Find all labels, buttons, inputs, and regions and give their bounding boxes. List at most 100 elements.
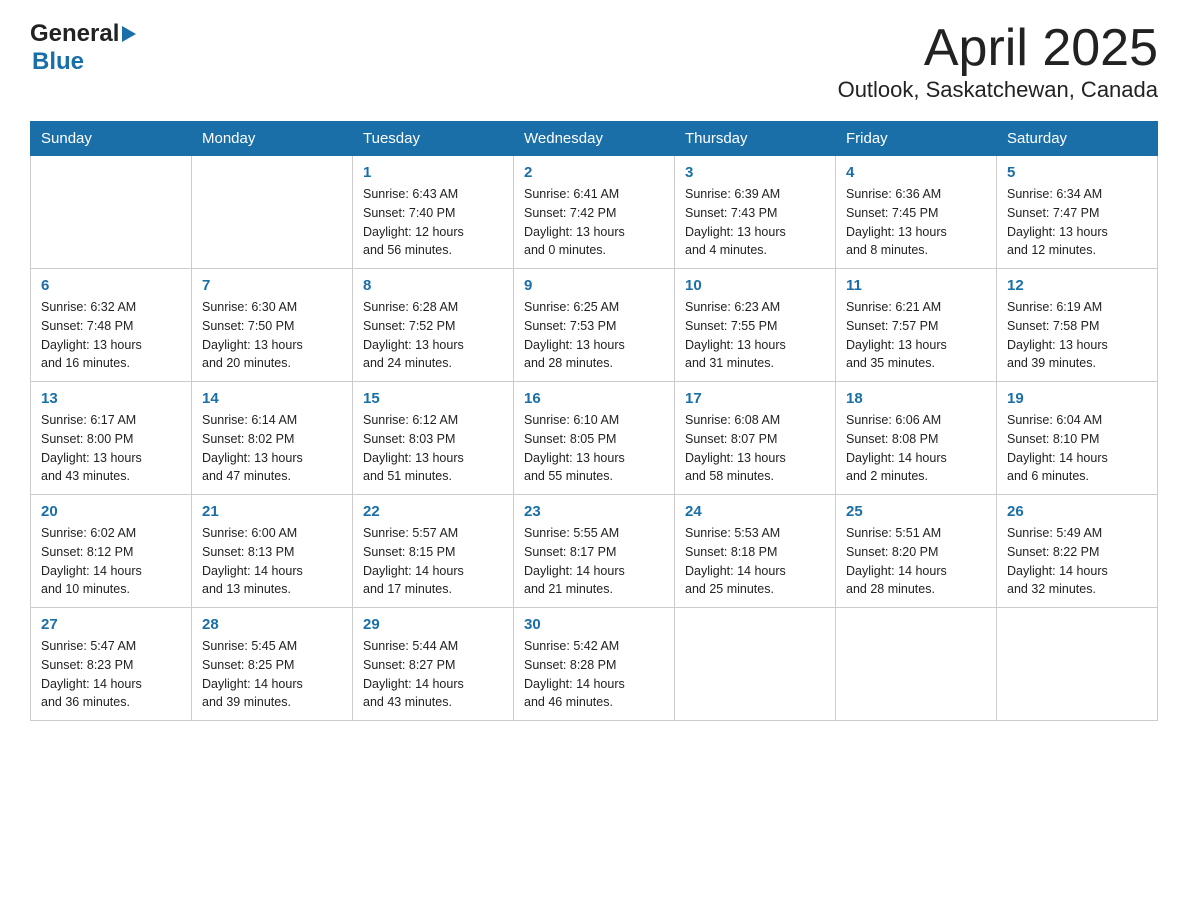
day-info: Sunrise: 6:02 AM Sunset: 8:12 PM Dayligh… <box>41 524 181 599</box>
day-number: 1 <box>363 164 503 181</box>
day-info: Sunrise: 6:12 AM Sunset: 8:03 PM Dayligh… <box>363 411 503 486</box>
day-info: Sunrise: 6:32 AM Sunset: 7:48 PM Dayligh… <box>41 298 181 373</box>
day-number: 20 <box>41 503 181 520</box>
day-number: 29 <box>363 616 503 633</box>
day-info: Sunrise: 6:17 AM Sunset: 8:00 PM Dayligh… <box>41 411 181 486</box>
table-row: 28Sunrise: 5:45 AM Sunset: 8:25 PM Dayli… <box>192 608 353 721</box>
calendar-week-row: 6 Sunrise: 6:32 AM Sunset: 7:48 PM Daylig… <box>31 269 1158 382</box>
page-subtitle: Outlook, Saskatchewan, Canada <box>838 77 1158 103</box>
day-info: Sunrise: 6:10 AM Sunset: 8:05 PM Dayligh… <box>524 411 664 486</box>
day-info: Sunrise: 5:51 AM Sunset: 8:20 PM Dayligh… <box>846 524 986 599</box>
day-info: Sunrise: 6:39 AM Sunset: 7:43 PM Dayligh… <box>685 185 825 260</box>
col-monday: Monday <box>192 122 353 156</box>
calendar-week-row: 1 Sunrise: 6:43 AM Sunset: 7:40 PM Daylig… <box>31 156 1158 269</box>
day-info: Sunrise: 6:41 AM Sunset: 7:42 PM Dayligh… <box>524 185 664 260</box>
logo: General Blue <box>30 20 136 76</box>
day-info: Sunrise: 6:23 AM Sunset: 7:55 PM Dayligh… <box>685 298 825 373</box>
col-thursday: Thursday <box>675 122 836 156</box>
day-number: 8 <box>363 277 503 294</box>
day-info: Sunrise: 5:53 AM Sunset: 8:18 PM Dayligh… <box>685 524 825 599</box>
day-number: 5 <box>1007 164 1147 181</box>
day-info: Sunrise: 6:08 AM Sunset: 8:07 PM Dayligh… <box>685 411 825 486</box>
table-row: 21Sunrise: 6:00 AM Sunset: 8:13 PM Dayli… <box>192 495 353 608</box>
table-row: 7 Sunrise: 6:30 AM Sunset: 7:50 PM Daylig… <box>192 269 353 382</box>
day-number: 2 <box>524 164 664 181</box>
day-info: Sunrise: 5:47 AM Sunset: 8:23 PM Dayligh… <box>41 637 181 712</box>
table-row: 17 Sunrise: 6:08 AM Sunset: 8:07 PM Dayli… <box>675 382 836 495</box>
table-row: 24 Sunrise: 5:53 AM Sunset: 8:18 PM Dayli… <box>675 495 836 608</box>
day-number: 4 <box>846 164 986 181</box>
day-number: 30 <box>524 616 664 633</box>
table-row: 11 Sunrise: 6:21 AM Sunset: 7:57 PM Dayli… <box>836 269 997 382</box>
calendar-week-row: 27 Sunrise: 5:47 AM Sunset: 8:23 PM Dayli… <box>31 608 1158 721</box>
table-row: 1 Sunrise: 6:43 AM Sunset: 7:40 PM Daylig… <box>353 156 514 269</box>
day-info: Sunrise: 6:30 AM Sunset: 7:50 PM Dayligh… <box>202 298 342 373</box>
calendar-week-row: 20 Sunrise: 6:02 AM Sunset: 8:12 PM Dayli… <box>31 495 1158 608</box>
table-row: 8 Sunrise: 6:28 AM Sunset: 7:52 PM Daylig… <box>353 269 514 382</box>
logo-arrow-icon <box>122 26 136 42</box>
table-row: 10 Sunrise: 6:23 AM Sunset: 7:55 PM Dayli… <box>675 269 836 382</box>
day-number: 15 <box>363 390 503 407</box>
table-row: 14Sunrise: 6:14 AM Sunset: 8:02 PM Dayli… <box>192 382 353 495</box>
page-title: April 2025 <box>838 20 1158 77</box>
calendar-header-row: Sunday Monday Tuesday Wednesday Thursday… <box>31 122 1158 156</box>
table-row: 19 Sunrise: 6:04 AM Sunset: 8:10 PM Dayli… <box>997 382 1158 495</box>
day-info: Sunrise: 6:21 AM Sunset: 7:57 PM Dayligh… <box>846 298 986 373</box>
table-row: 27 Sunrise: 5:47 AM Sunset: 8:23 PM Dayli… <box>31 608 192 721</box>
table-row <box>997 608 1158 721</box>
table-row: 6 Sunrise: 6:32 AM Sunset: 7:48 PM Daylig… <box>31 269 192 382</box>
day-info: Sunrise: 6:43 AM Sunset: 7:40 PM Dayligh… <box>363 185 503 260</box>
page-header: General Blue April 2025 Outlook, Saskatc… <box>30 20 1158 103</box>
col-saturday: Saturday <box>997 122 1158 156</box>
table-row: 13 Sunrise: 6:17 AM Sunset: 8:00 PM Dayli… <box>31 382 192 495</box>
day-number: 16 <box>524 390 664 407</box>
day-number: 24 <box>685 503 825 520</box>
table-row <box>675 608 836 721</box>
day-number: 13 <box>41 390 181 407</box>
table-row: 23Sunrise: 5:55 AM Sunset: 8:17 PM Dayli… <box>514 495 675 608</box>
day-number: 12 <box>1007 277 1147 294</box>
day-number: 27 <box>41 616 181 633</box>
calendar-week-row: 13 Sunrise: 6:17 AM Sunset: 8:00 PM Dayli… <box>31 382 1158 495</box>
day-number: 11 <box>846 277 986 294</box>
logo-blue-text: Blue <box>32 48 84 76</box>
day-number: 25 <box>846 503 986 520</box>
table-row: 4Sunrise: 6:36 AM Sunset: 7:45 PM Daylig… <box>836 156 997 269</box>
day-number: 9 <box>524 277 664 294</box>
day-number: 3 <box>685 164 825 181</box>
day-number: 18 <box>846 390 986 407</box>
day-info: Sunrise: 5:45 AM Sunset: 8:25 PM Dayligh… <box>202 637 342 712</box>
day-info: Sunrise: 6:19 AM Sunset: 7:58 PM Dayligh… <box>1007 298 1147 373</box>
table-row: 9 Sunrise: 6:25 AM Sunset: 7:53 PM Daylig… <box>514 269 675 382</box>
logo-general-text: General <box>30 20 119 48</box>
day-info: Sunrise: 5:49 AM Sunset: 8:22 PM Dayligh… <box>1007 524 1147 599</box>
day-number: 26 <box>1007 503 1147 520</box>
day-number: 19 <box>1007 390 1147 407</box>
table-row: 26 Sunrise: 5:49 AM Sunset: 8:22 PM Dayli… <box>997 495 1158 608</box>
table-row: 18 Sunrise: 6:06 AM Sunset: 8:08 PM Dayli… <box>836 382 997 495</box>
day-info: Sunrise: 5:42 AM Sunset: 8:28 PM Dayligh… <box>524 637 664 712</box>
day-info: Sunrise: 6:06 AM Sunset: 8:08 PM Dayligh… <box>846 411 986 486</box>
day-number: 17 <box>685 390 825 407</box>
day-info: Sunrise: 6:00 AM Sunset: 8:13 PM Dayligh… <box>202 524 342 599</box>
table-row: 2 Sunrise: 6:41 AM Sunset: 7:42 PM Daylig… <box>514 156 675 269</box>
table-row: 22 Sunrise: 5:57 AM Sunset: 8:15 PM Dayli… <box>353 495 514 608</box>
day-info: Sunrise: 5:57 AM Sunset: 8:15 PM Dayligh… <box>363 524 503 599</box>
calendar-table: Sunday Monday Tuesday Wednesday Thursday… <box>30 121 1158 721</box>
table-row: 25 Sunrise: 5:51 AM Sunset: 8:20 PM Dayli… <box>836 495 997 608</box>
day-info: Sunrise: 6:25 AM Sunset: 7:53 PM Dayligh… <box>524 298 664 373</box>
day-number: 10 <box>685 277 825 294</box>
col-tuesday: Tuesday <box>353 122 514 156</box>
table-row: 20 Sunrise: 6:02 AM Sunset: 8:12 PM Dayli… <box>31 495 192 608</box>
table-row <box>192 156 353 269</box>
day-number: 7 <box>202 277 342 294</box>
table-row <box>31 156 192 269</box>
table-row: 5Sunrise: 6:34 AM Sunset: 7:47 PM Daylig… <box>997 156 1158 269</box>
day-info: Sunrise: 6:04 AM Sunset: 8:10 PM Dayligh… <box>1007 411 1147 486</box>
day-number: 22 <box>363 503 503 520</box>
col-wednesday: Wednesday <box>514 122 675 156</box>
day-info: Sunrise: 6:28 AM Sunset: 7:52 PM Dayligh… <box>363 298 503 373</box>
day-number: 6 <box>41 277 181 294</box>
table-row <box>836 608 997 721</box>
day-info: Sunrise: 5:44 AM Sunset: 8:27 PM Dayligh… <box>363 637 503 712</box>
